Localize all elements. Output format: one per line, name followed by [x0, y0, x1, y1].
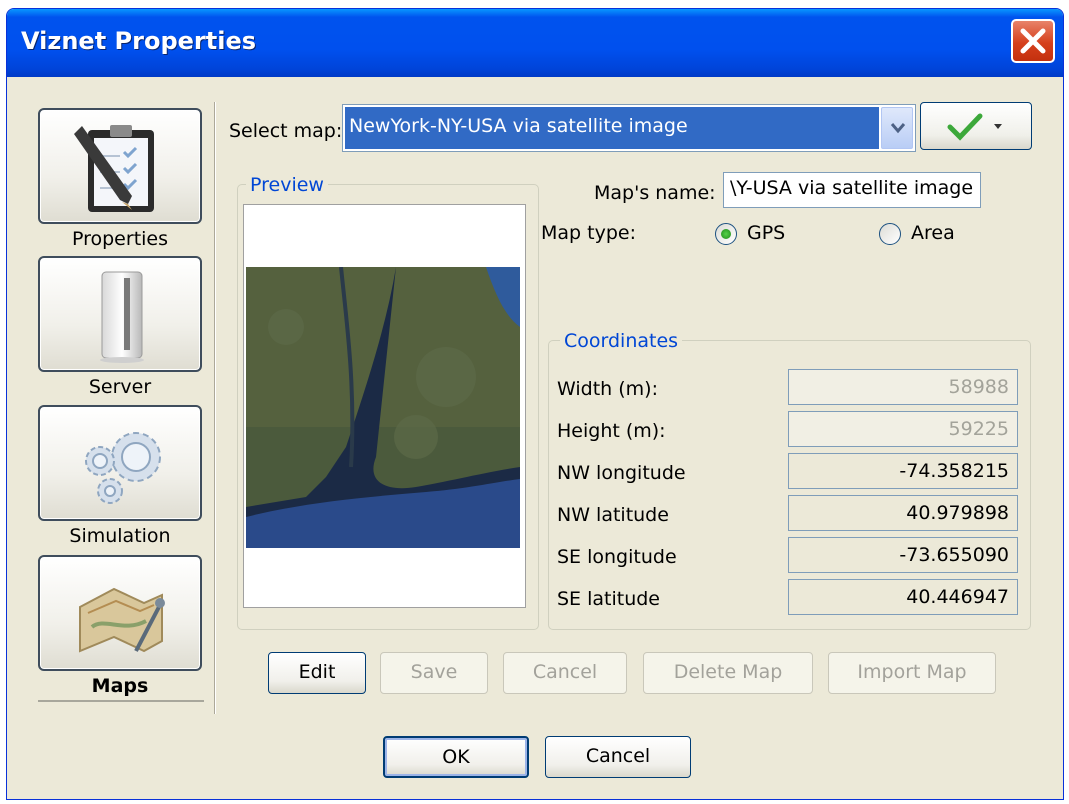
radio-gps-label: GPS — [747, 222, 786, 244]
radio-selected-dot — [721, 229, 731, 239]
apply-map-button[interactable] — [920, 102, 1032, 150]
nw-latitude-label: NW latitude — [557, 504, 669, 526]
delete-map-button[interactable]: Delete Map — [643, 652, 813, 694]
check-icon — [947, 113, 983, 141]
cancel-button[interactable]: Cancel — [545, 736, 691, 778]
se-longitude-label: SE longitude — [557, 546, 677, 568]
nw-longitude-field[interactable]: -74.358215 — [788, 453, 1018, 489]
active-item-indicator — [38, 700, 204, 702]
server-tower-icon — [100, 271, 144, 363]
nw-latitude-field[interactable]: 40.979898 — [788, 495, 1018, 531]
width-field: 58988 — [788, 369, 1018, 405]
cancel-edit-button[interactable]: Cancel — [503, 652, 627, 694]
import-map-button[interactable]: Import Map — [828, 652, 996, 694]
height-label: Height (m): — [557, 420, 666, 442]
new-york-satellite-map-image — [246, 267, 520, 548]
dropdown-arrow-button[interactable] — [881, 107, 913, 149]
sidebar-item-label: Properties — [71, 228, 169, 250]
radio-area-label: Area — [911, 222, 955, 244]
sidebar-divider — [214, 102, 215, 714]
se-longitude-field[interactable]: -73.655090 — [788, 537, 1018, 573]
dropdown-arrow-icon — [994, 124, 1002, 129]
ok-button[interactable]: OK — [383, 736, 529, 778]
select-map-dropdown[interactable]: NewYork-NY-USA via satellite image — [342, 104, 916, 152]
width-label: Width (m): — [557, 378, 658, 400]
window-title: Viznet Properties — [21, 27, 257, 55]
properties-button[interactable] — [38, 108, 202, 224]
close-icon — [1020, 28, 1046, 54]
simulation-button[interactable] — [38, 405, 202, 521]
select-map-label: Select map: — [229, 120, 343, 142]
gears-icon — [85, 432, 161, 504]
map-type-label: Map type: — [541, 222, 636, 244]
radio-area[interactable] — [879, 223, 901, 245]
title-bar[interactable]: Viznet Properties — [7, 9, 1063, 77]
close-button[interactable] — [1011, 19, 1055, 63]
preview-group-title: Preview — [246, 174, 328, 196]
map-name-label: Map's name: — [594, 182, 716, 204]
maps-button[interactable] — [38, 555, 202, 671]
radio-gps[interactable] — [715, 223, 737, 245]
save-button[interactable]: Save — [380, 652, 488, 694]
edit-button[interactable]: Edit — [268, 652, 366, 694]
map-name-field[interactable]: \Y-USA via satellite image — [723, 172, 981, 208]
coordinates-group-title: Coordinates — [560, 330, 683, 352]
server-button[interactable] — [38, 256, 202, 372]
nw-longitude-label: NW longitude — [557, 462, 686, 484]
sidebar-item-label: Maps — [91, 675, 149, 697]
map-pin-icon — [79, 587, 165, 653]
clipboard-checklist-pencil-icon — [74, 125, 154, 212]
sidebar-item-label: Simulation — [69, 525, 171, 547]
chevron-down-icon — [890, 123, 906, 134]
se-latitude-label: SE latitude — [557, 588, 660, 610]
sidebar-item-label: Server — [88, 376, 152, 398]
height-field: 59225 — [788, 411, 1018, 447]
select-map-value: NewYork-NY-USA via satellite image — [345, 107, 879, 149]
se-latitude-field[interactable]: 40.446947 — [788, 579, 1018, 615]
